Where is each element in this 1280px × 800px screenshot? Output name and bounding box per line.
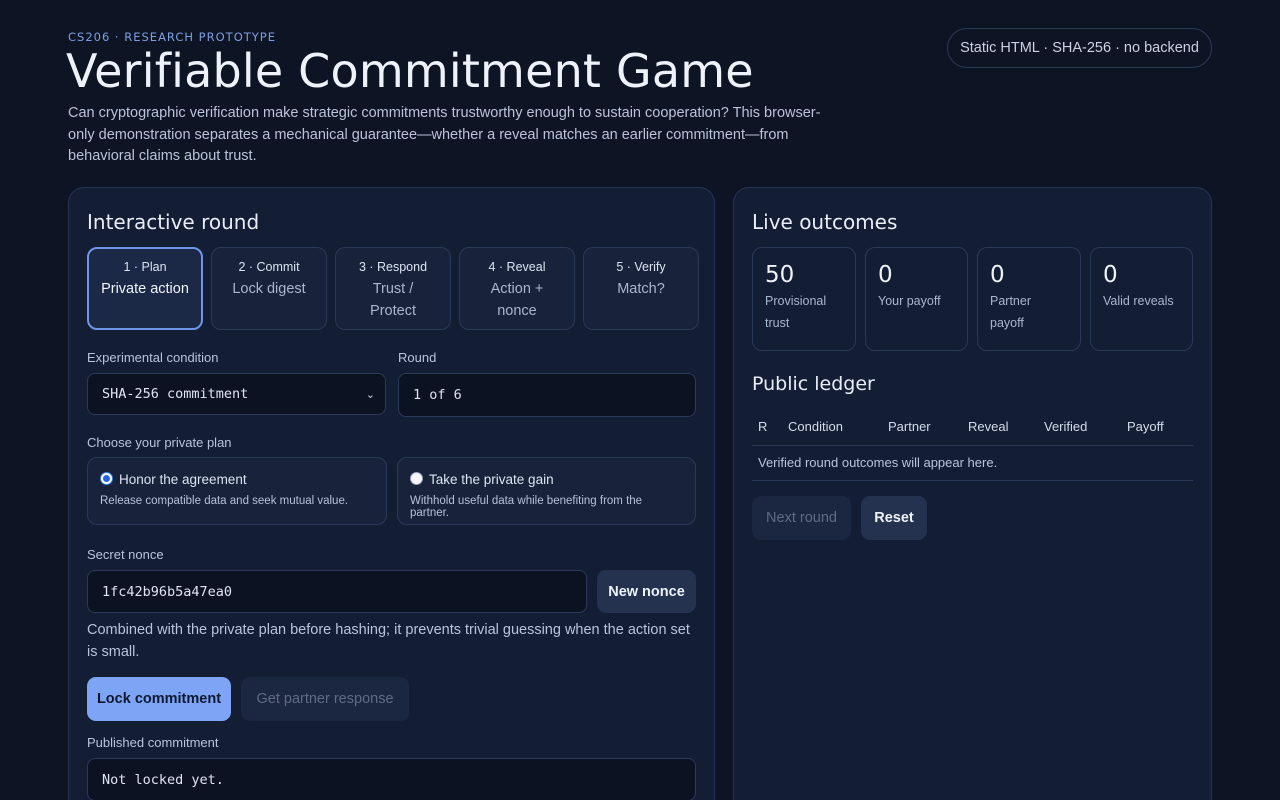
- live-outcomes-panel: Live outcomes 50 Provisional trust 0 You…: [733, 187, 1212, 800]
- ledger-col-verified: Verified: [1038, 411, 1121, 446]
- page-description: Can cryptographic verification make stra…: [68, 105, 821, 164]
- stat-label: Your payoff: [878, 294, 941, 308]
- published-commitment-field: Not locked yet.: [87, 758, 696, 800]
- chevron-down-icon: ⌄: [365, 387, 375, 401]
- interactive-round-panel: Interactive round 1 · Plan Private actio…: [68, 187, 715, 800]
- stat-your-payoff: 0 Your payoff: [865, 247, 968, 351]
- eyebrow: CS206 · RESEARCH PROTOTYPE: [68, 30, 276, 44]
- stat-value: 0: [990, 262, 1005, 288]
- step-label: Action + nonce: [490, 281, 544, 319]
- stat-label: Valid reveals: [1103, 294, 1174, 308]
- round-field[interactable]: 1 of 6: [398, 373, 696, 417]
- radio-unchecked-icon[interactable]: [410, 472, 423, 485]
- step-number: 1 · Plan: [123, 260, 167, 274]
- ledger-col-reveal: Reveal: [962, 411, 1038, 446]
- ledger-col-payoff: Payoff: [1121, 411, 1193, 446]
- nonce-note: Combined with the private plan before ha…: [87, 622, 690, 660]
- plan-description: Withhold useful data while benefiting fr…: [410, 495, 643, 519]
- plan-description: Release compatible data and seek mutual …: [100, 495, 349, 507]
- step-reveal[interactable]: 4 · Reveal Action + nonce: [459, 247, 575, 330]
- stat-value: 0: [878, 262, 893, 288]
- radio-checked-icon[interactable]: [100, 472, 113, 485]
- condition-label: Experimental condition: [87, 350, 219, 365]
- table-row: Verified round outcomes will appear here…: [752, 445, 1193, 481]
- ledger-col-round: R: [752, 411, 782, 446]
- stat-provisional-trust: 50 Provisional trust: [752, 247, 856, 351]
- step-commit[interactable]: 2 · Commit Lock digest: [211, 247, 327, 330]
- panel-heading: Interactive round: [87, 210, 260, 234]
- step-label: Trust / Protect: [370, 281, 416, 319]
- ledger-empty-message: Verified round outcomes will appear here…: [752, 445, 1193, 481]
- step-number: 3 · Respond: [358, 260, 428, 274]
- page-title: Verifiable Commitment Game: [66, 44, 754, 98]
- nonce-input[interactable]: 1fc42b96b5a47ea0: [87, 570, 587, 613]
- tech-badge: Static HTML · SHA-256 · no backend: [947, 28, 1212, 68]
- step-number: 5 · Verify: [616, 260, 666, 274]
- step-verify[interactable]: 5 · Verify Match?: [583, 247, 699, 330]
- nonce-label: Secret nonce: [87, 547, 164, 562]
- plan-honor-option[interactable]: Honor the agreement Release compatible d…: [87, 457, 387, 525]
- plan-title: Honor the agreement: [119, 472, 247, 487]
- stat-value: 0: [1103, 262, 1118, 288]
- published-commitment-label: Published commitment: [87, 735, 219, 750]
- new-nonce-button[interactable]: New nonce: [597, 570, 696, 613]
- round-value: 1 of 6: [413, 387, 462, 403]
- stat-label: Provisional trust: [765, 294, 827, 330]
- step-respond[interactable]: 3 · Respond Trust / Protect: [335, 247, 451, 330]
- ledger-col-partner: Partner: [882, 411, 962, 446]
- ledger-col-condition: Condition: [782, 411, 882, 446]
- published-commitment-value: Not locked yet.: [102, 771, 224, 788]
- stat-value: 50: [765, 262, 795, 288]
- lock-commitment-button[interactable]: Lock commitment: [87, 677, 231, 721]
- step-number: 4 · Reveal: [488, 260, 546, 274]
- stat-valid-reveals: 0 Valid reveals: [1090, 247, 1193, 351]
- stat-partner-payoff: 0 Partner payoff: [977, 247, 1081, 351]
- condition-select[interactable]: SHA-256 commitment ⌄: [87, 373, 386, 415]
- step-tabs: 1 · Plan Private action 2 · Commit Lock …: [87, 247, 699, 330]
- panel-heading: Live outcomes: [752, 210, 898, 234]
- reset-button[interactable]: Reset: [861, 496, 927, 540]
- round-label: Round: [398, 350, 437, 365]
- step-plan[interactable]: 1 · Plan Private action: [87, 247, 203, 330]
- public-ledger-table: R Condition Partner Reveal Verified Payo…: [752, 411, 1193, 481]
- get-partner-response-button[interactable]: Get partner response: [241, 677, 409, 721]
- condition-value: SHA-256 commitment: [102, 386, 249, 402]
- step-label: Private action: [101, 281, 189, 297]
- nonce-value: 1fc42b96b5a47ea0: [102, 583, 233, 600]
- plan-title: Take the private gain: [429, 472, 554, 487]
- stat-label: Partner payoff: [990, 294, 1031, 330]
- step-number: 2 · Commit: [238, 260, 300, 274]
- plan-label: Choose your private plan: [87, 435, 232, 450]
- step-label: Match?: [617, 281, 665, 297]
- ledger-heading: Public ledger: [752, 373, 875, 395]
- step-label: Lock digest: [232, 281, 306, 297]
- plan-defect-option[interactable]: Take the private gain Withhold useful da…: [397, 457, 696, 525]
- next-round-button[interactable]: Next round: [752, 496, 851, 540]
